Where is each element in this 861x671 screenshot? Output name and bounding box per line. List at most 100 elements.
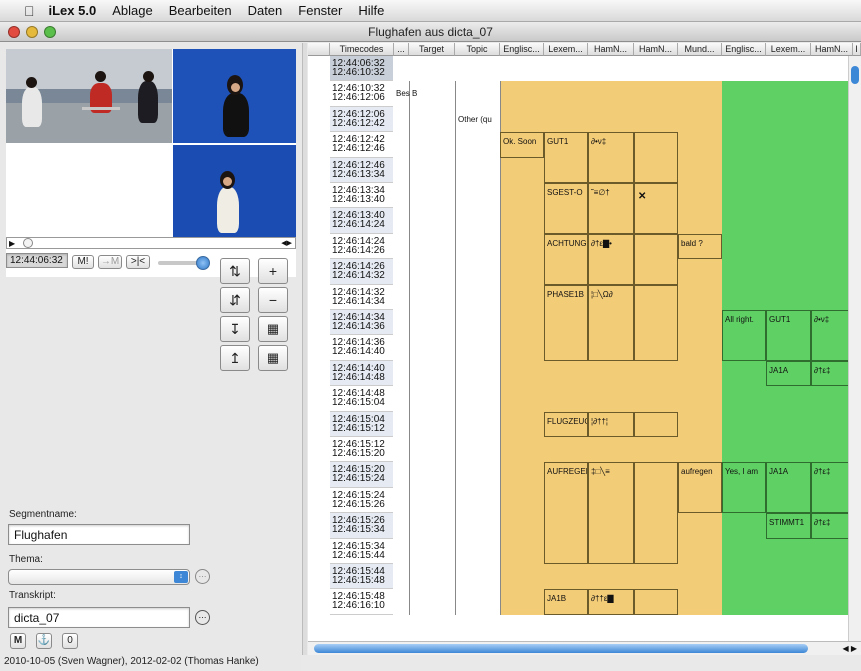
extend-down-icon[interactable]: ↧ — [220, 316, 250, 342]
menu-ablage[interactable]: Ablage — [112, 3, 152, 18]
timecode-cell[interactable]: 12:46:12:42 12:46:12:46 — [330, 132, 393, 158]
lexeme2-cell[interactable]: JA1A — [766, 360, 811, 387]
select-arrows-icon[interactable]: ↕ — [174, 571, 188, 583]
segment-button[interactable]: >|< — [126, 255, 150, 269]
timecode-cell[interactable]: 12:46:12:06 12:46:12:42 — [330, 106, 393, 133]
column-header[interactable]: Lexem... — [544, 43, 588, 56]
hamnosys-cell[interactable]: ∂†ε▇• — [588, 233, 634, 285]
hamnosys2-cell[interactable] — [634, 132, 678, 183]
english2-cell[interactable]: All right. — [722, 310, 766, 361]
mouthing-cell[interactable]: bald ? — [678, 233, 722, 260]
timecode-cell[interactable]: 12:46:13:40 12:46:14:24 — [330, 208, 393, 234]
column-header[interactable]: HamN... — [634, 43, 678, 56]
hamnosys-cell[interactable]: ∂††ε▇ — [588, 589, 634, 615]
move-up-down-icon[interactable]: ⇅ — [220, 258, 250, 284]
timecode-cell[interactable]: 12:44:06:32 12:46:10:32 — [330, 56, 393, 82]
timecode-cell[interactable]: 12:46:14:34 12:46:14:36 — [330, 310, 393, 336]
english-cell[interactable]: Ok. Soon — [500, 132, 544, 158]
move-both-icon[interactable]: ⇵ — [220, 287, 250, 313]
timecode-cell[interactable]: 12:46:14:40 12:46:14:48 — [330, 360, 393, 387]
column-header[interactable]: HamN... — [811, 43, 853, 56]
timecode-cell[interactable]: 12:46:14:24 12:46:14:26 — [330, 234, 393, 260]
hscroll-arrows-icon[interactable]: ◀ ▶ — [842, 642, 857, 655]
timecode-cell[interactable]: 12:46:14:32 12:46:14:34 — [330, 285, 393, 310]
hamnosys2-cell[interactable] — [634, 284, 678, 361]
column-header[interactable]: Englisc... — [500, 43, 544, 56]
vscroll-thumb[interactable] — [851, 66, 859, 84]
minus-button[interactable]: − — [258, 287, 288, 313]
step-icon[interactable]: ◀▶ — [281, 239, 292, 247]
lexeme-cell[interactable]: AUFREGEI — [544, 462, 588, 564]
hamnosys-cell[interactable]: ¦∂††¦ — [588, 411, 634, 437]
target-annotation[interactable]: Bes B — [396, 89, 417, 98]
scrubber-knob[interactable] — [23, 238, 33, 248]
thema-select[interactable]: ↕ — [8, 569, 190, 585]
mark-button[interactable]: M! — [72, 255, 94, 269]
close-button[interactable] — [8, 26, 20, 38]
hamnosys-cell[interactable]: ∂•ν‡ — [588, 132, 634, 183]
hamnosys-cell[interactable]: ˜≡∅† — [588, 183, 634, 234]
column-header[interactable]: I — [853, 43, 861, 56]
timecode-cell[interactable]: 12:46:15:24 12:46:15:26 — [330, 488, 393, 514]
timecode-cell[interactable]: 12:46:15:34 12:46:15:44 — [330, 539, 393, 564]
column-header[interactable]: Lexem... — [766, 43, 811, 56]
volume-knob[interactable] — [196, 256, 210, 270]
hscroll-thumb[interactable] — [314, 644, 808, 653]
timecode-cell[interactable]: 12:46:13:34 12:46:13:40 — [330, 183, 393, 209]
minimize-button[interactable] — [26, 26, 38, 38]
timecode-cell[interactable]: 12:46:15:04 12:46:15:12 — [330, 411, 393, 437]
column-header[interactable]: Englisc... — [722, 43, 766, 56]
timecode-cell[interactable]: 12:46:14:36 12:46:14:40 — [330, 335, 393, 361]
volume-slider[interactable] — [158, 256, 210, 270]
lexeme-cell[interactable]: GUT1 — [544, 132, 588, 183]
timecode-cell[interactable]: 12:46:14:26 12:46:14:32 — [330, 259, 393, 285]
segmentname-field[interactable]: Flughafen — [8, 524, 190, 545]
lexeme2-cell[interactable]: JA1A — [766, 462, 811, 514]
lexeme2-cell[interactable]: STIMMT1 — [766, 513, 811, 539]
hamnosys2-cell[interactable] — [634, 462, 678, 564]
lexeme-cell[interactable]: SGEST-O — [544, 183, 588, 234]
hamnosys2-cell[interactable] — [634, 589, 678, 615]
timecode-cell[interactable]: 12:46:15:26 12:46:15:34 — [330, 513, 393, 539]
lexeme-cell[interactable]: PHASE1B — [544, 284, 588, 361]
lexeme2-cell[interactable]: GUT1 — [766, 310, 811, 361]
column-header[interactable]: HamN... — [588, 43, 634, 56]
hamnosys2-cell[interactable] — [634, 233, 678, 285]
plus-button[interactable]: + — [258, 258, 288, 284]
lexeme-cell[interactable]: ACHTUNG — [544, 233, 588, 285]
column-header[interactable]: Topic — [455, 43, 500, 56]
menu-fenster[interactable]: Fenster — [298, 3, 342, 18]
m-button[interactable]: M — [10, 633, 26, 649]
english2-cell[interactable]: Yes, I am — [722, 462, 766, 514]
zoom-button[interactable] — [44, 26, 56, 38]
extend-up-icon[interactable]: ↥ — [220, 345, 250, 371]
timecode-cell[interactable]: 12:46:15:48 12:46:16:10 — [330, 589, 393, 615]
horizontal-scrollbar[interactable]: ◀ ▶ — [308, 641, 861, 655]
transkript-field[interactable]: dicta_07 — [8, 607, 190, 628]
timecode-cell[interactable]: 12:46:15:20 12:46:15:24 — [330, 462, 393, 488]
lexeme-cell[interactable]: FLUGZEUG — [544, 411, 588, 437]
vertical-scrollbar[interactable] — [848, 56, 861, 641]
timecode-cell[interactable]: 12:46:12:46 12:46:13:34 — [330, 157, 393, 183]
column-header[interactable]: Target — [409, 43, 455, 56]
hamnosys-cell[interactable]: ‡□╲≡ — [588, 462, 634, 564]
column-header[interactable]: ... — [394, 43, 409, 56]
zero-button[interactable]: 0 — [62, 633, 78, 649]
transkript-go-icon[interactable]: ⋯ — [195, 610, 210, 625]
menu-hilfe[interactable]: Hilfe — [358, 3, 384, 18]
column-header[interactable]: Mund... — [678, 43, 722, 56]
insert-below-icon[interactable]: ▦ — [258, 316, 288, 342]
goto-mark-button[interactable]: →M — [98, 255, 122, 269]
insert-above-icon[interactable]: ▦ — [258, 345, 288, 371]
mouthing-cell[interactable]: aufregen — [678, 462, 722, 514]
timecode-cell[interactable]: 12:46:15:12 12:46:15:20 — [330, 437, 393, 463]
apple-icon[interactable]:  — [24, 3, 35, 19]
column-header[interactable]: Timecodes — [330, 43, 394, 56]
menu-app[interactable]: iLex 5.0 — [49, 3, 97, 18]
timecode-cell[interactable]: 12:46:14:48 12:46:15:04 — [330, 386, 393, 412]
split-handle[interactable] — [302, 43, 307, 655]
lexeme-cell[interactable]: JA1B — [544, 589, 588, 615]
play-icon[interactable]: ▶ — [9, 239, 15, 248]
menu-daten[interactable]: Daten — [248, 3, 283, 18]
timecode-cell[interactable]: 12:46:10:32 12:46:12:06 — [330, 81, 393, 107]
